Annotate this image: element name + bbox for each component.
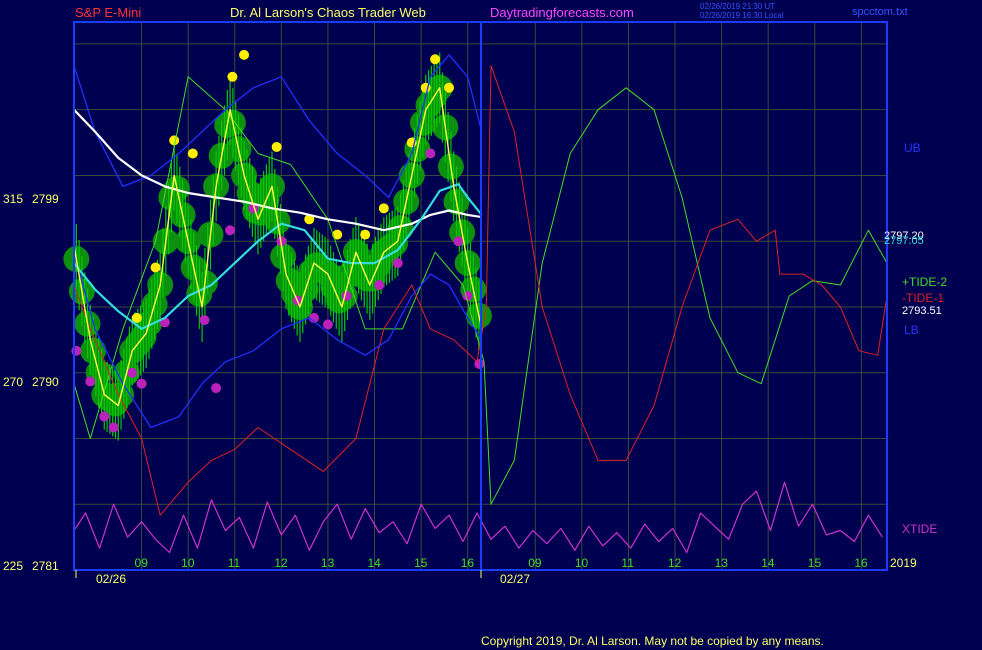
peak-dot bbox=[150, 262, 161, 273]
source-file: spcctom.txt bbox=[852, 6, 908, 18]
date-label-day1: 02/26 bbox=[96, 572, 126, 586]
peak-dot bbox=[378, 203, 389, 214]
trough-dot bbox=[127, 367, 138, 378]
trough-dot bbox=[85, 376, 96, 387]
y-label-osc-top: 315 bbox=[3, 192, 23, 206]
x-tick-label: 15 bbox=[808, 556, 822, 570]
x-tick-label: 13 bbox=[321, 556, 335, 570]
author-title: Dr. Al Larson's Chaos Trader Web bbox=[230, 5, 426, 20]
copyright: Copyright 2019, Dr. Al Larson. May not b… bbox=[481, 634, 824, 648]
peak-dot bbox=[444, 82, 455, 93]
site-link[interactable]: Daytradingforecasts.com bbox=[490, 5, 634, 20]
symbol-title: S&P E-Mini bbox=[75, 5, 141, 20]
y-label-price-bottom: 2781 bbox=[32, 559, 59, 573]
x-tick-label: 16 bbox=[461, 556, 475, 570]
peak-dot bbox=[239, 49, 250, 60]
x-tick-label: 11 bbox=[621, 556, 634, 570]
peak-dot bbox=[187, 148, 198, 159]
x-tick-label: 09 bbox=[528, 556, 542, 570]
trough-dot bbox=[211, 383, 222, 394]
x-tick-label: 15 bbox=[414, 556, 428, 570]
peak-dot bbox=[271, 141, 282, 152]
lb-label: LB bbox=[904, 323, 919, 337]
peak-dot bbox=[430, 54, 441, 65]
trough-dot bbox=[108, 422, 119, 433]
y-label-price-mid: 2790 bbox=[32, 375, 59, 389]
x-tick-label: 14 bbox=[368, 556, 382, 570]
trough-dot bbox=[99, 411, 110, 422]
x-tick-label: 14 bbox=[761, 556, 775, 570]
chaos-trader-chart: 09 10 11 12 13 14 15 16 09 10 11 12 13 14 15 16 S&P E-M… bbox=[0, 0, 982, 650]
last-price-label: 2793.51 bbox=[902, 305, 942, 317]
trough-dot bbox=[199, 315, 210, 326]
price-label-b: 2797.05 bbox=[884, 235, 924, 247]
x-tick-label: 12 bbox=[274, 556, 288, 570]
timestamp-local: 02/26/2019 16:30 Local bbox=[700, 11, 784, 20]
trough-dot bbox=[462, 291, 473, 301]
ub-label: UB bbox=[904, 141, 921, 155]
x-tick-label: 16 bbox=[854, 556, 868, 570]
x-tick-label: 12 bbox=[668, 556, 682, 570]
trough-dot bbox=[136, 378, 147, 389]
x-tick-label: 09 bbox=[135, 556, 149, 570]
tide-minus-label: -TIDE-1 bbox=[902, 291, 944, 305]
trough-dot bbox=[322, 319, 333, 330]
peak-dot bbox=[332, 229, 343, 240]
x-tick-label: 13 bbox=[715, 556, 729, 570]
trough-dot bbox=[71, 345, 82, 356]
y-label-osc-bottom: 225 bbox=[3, 559, 23, 573]
trough-dot bbox=[425, 148, 436, 159]
trough-dot bbox=[453, 236, 464, 247]
timestamp-ut: 02/26/2019 21:30 UT bbox=[700, 2, 775, 11]
tide-plus-label: +TIDE-2 bbox=[902, 275, 947, 289]
x-tick-label: 11 bbox=[228, 556, 241, 570]
year-label: 2019 bbox=[890, 556, 917, 570]
trough-dot bbox=[392, 258, 403, 269]
trough-dot bbox=[225, 225, 236, 236]
peak-dot bbox=[169, 135, 180, 146]
y-label-price-top: 2799 bbox=[32, 192, 59, 206]
xtide-label: XTIDE bbox=[902, 522, 937, 536]
trough-dot bbox=[374, 280, 385, 291]
trough-dot bbox=[341, 291, 352, 301]
x-tick-label: 10 bbox=[181, 556, 195, 570]
y-label-osc-mid: 270 bbox=[3, 375, 23, 389]
peak-dot bbox=[360, 229, 371, 240]
date-label-day2: 02/27 bbox=[500, 572, 530, 586]
peak-dot bbox=[227, 71, 238, 82]
x-tick-label: 10 bbox=[575, 556, 589, 570]
